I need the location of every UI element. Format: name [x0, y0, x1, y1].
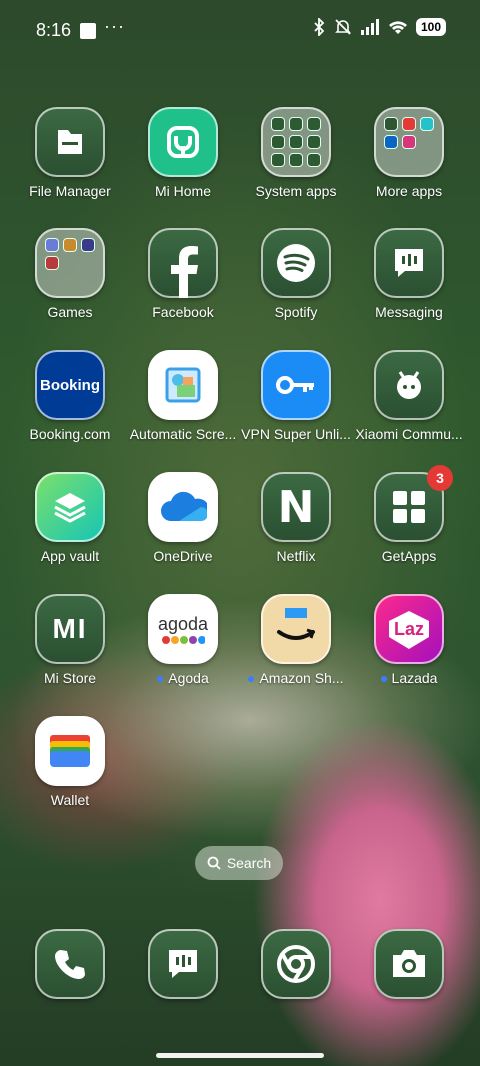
app-label: Spotify — [274, 304, 318, 320]
agoda-logo-text: agoda — [157, 613, 209, 634]
screenshot-icon — [148, 350, 218, 420]
app-label: GetApps — [381, 548, 437, 564]
app-label: Amazon Sh... — [240, 670, 352, 686]
app-getapps[interactable]: 3 GetApps — [353, 465, 465, 564]
app-label: Facebook — [152, 304, 214, 320]
app-label: VPN Super Unli... — [241, 426, 351, 442]
app-spotify[interactable]: Spotify — [240, 228, 352, 320]
app-file-manager[interactable]: File Manager — [14, 107, 126, 199]
vpn-key-icon — [261, 350, 331, 420]
app-wallet[interactable]: Wallet — [14, 716, 126, 808]
amazon-icon — [261, 594, 331, 664]
dock-phone[interactable] — [14, 929, 126, 999]
app-label: System apps — [255, 183, 337, 199]
notification-square-icon — [80, 23, 96, 39]
app-label: Games — [47, 304, 93, 320]
app-vault-icon — [35, 472, 105, 542]
app-label: OneDrive — [153, 548, 213, 564]
app-label: Mi Store — [43, 670, 97, 686]
app-label: Wallet — [50, 792, 90, 808]
app-netflix[interactable]: N Netflix — [240, 472, 352, 564]
app-onedrive[interactable]: OneDrive — [127, 472, 239, 564]
app-messaging[interactable]: Messaging — [353, 228, 465, 320]
app-facebook[interactable]: Facebook — [127, 228, 239, 320]
mi-store-icon: MI — [35, 594, 105, 664]
onedrive-cloud-icon — [148, 472, 218, 542]
messaging-icon — [148, 929, 218, 999]
dock-chrome[interactable] — [240, 929, 352, 999]
app-label: More apps — [375, 183, 443, 199]
app-mi-home[interactable]: Mi Home — [127, 107, 239, 199]
netflix-icon: N — [261, 472, 331, 542]
booking-icon: Booking — [35, 350, 105, 420]
folder-games[interactable]: Games — [14, 228, 126, 320]
app-lazada[interactable]: Laz Lazada — [353, 594, 465, 686]
file-manager-icon — [35, 107, 105, 177]
app-label: Booking.com — [29, 426, 111, 442]
phone-icon — [35, 929, 105, 999]
app-label: Mi Home — [154, 183, 211, 199]
agoda-dots-icon — [162, 635, 205, 644]
messaging-icon — [374, 228, 444, 298]
lazada-logo-text: Laz — [393, 618, 424, 639]
app-mi-store[interactable]: MI Mi Store — [14, 594, 126, 686]
status-time: 8:16 — [36, 20, 72, 40]
folder-system-apps[interactable]: System apps — [240, 107, 352, 199]
lazada-icon: Laz — [374, 594, 444, 664]
spotify-icon — [261, 228, 331, 298]
app-label: Agoda — [127, 670, 239, 686]
dock-camera[interactable] — [353, 929, 465, 999]
status-bar: 8:16 ··· 100 — [0, 0, 480, 60]
new-app-dot — [248, 676, 255, 683]
dock-messaging[interactable] — [127, 929, 239, 999]
folder-icon — [261, 107, 331, 177]
app-label: App vault — [40, 548, 100, 564]
mute-icon — [335, 19, 351, 35]
app-agoda[interactable]: agoda Agoda — [127, 594, 239, 686]
wifi-icon — [389, 21, 407, 34]
app-label: Lazada — [353, 670, 465, 686]
battery-indicator: 100 — [416, 18, 446, 36]
app-amazon-shopping[interactable]: Amazon Sh... — [240, 594, 352, 686]
app-app-vault[interactable]: App vault — [14, 472, 126, 564]
chrome-icon — [261, 929, 331, 999]
app-label: Messaging — [375, 304, 443, 320]
folder-more-apps[interactable]: More apps — [353, 107, 465, 199]
app-label: Netflix — [276, 548, 316, 564]
booking-logo-text: Booking — [40, 376, 100, 394]
search-button[interactable]: Search — [195, 846, 283, 880]
camera-icon — [374, 929, 444, 999]
new-app-dot — [380, 676, 387, 683]
xiaomi-community-icon — [374, 350, 444, 420]
mi-home-icon — [148, 107, 218, 177]
signal-icon — [361, 19, 379, 35]
bluetooth-icon — [314, 18, 325, 36]
agoda-icon: agoda — [148, 594, 218, 664]
facebook-icon — [148, 228, 218, 298]
mi-logo-text: MI — [52, 613, 88, 644]
app-label: Automatic Scre... — [129, 426, 237, 442]
app-label: Xiaomi Commu... — [355, 426, 463, 442]
app-label: File Manager — [29, 183, 111, 199]
new-app-dot — [157, 676, 164, 683]
more-notifications-icon: ··· — [104, 16, 125, 36]
app-vpn-super[interactable]: VPN Super Unli... — [240, 350, 352, 442]
app-automatic-screenshot[interactable]: Automatic Scre... — [127, 350, 239, 442]
wallet-icon — [35, 716, 105, 786]
search-label: Search — [226, 855, 272, 871]
app-booking[interactable]: Booking Booking.com — [14, 350, 126, 442]
notification-badge: 3 — [427, 465, 453, 491]
folder-icon — [35, 228, 105, 298]
home-gesture-bar[interactable] — [156, 1053, 324, 1058]
app-xiaomi-community[interactable]: Xiaomi Commu... — [353, 350, 465, 442]
search-icon — [207, 856, 221, 870]
netflix-logo-text: N — [277, 481, 315, 533]
folder-icon — [374, 107, 444, 177]
